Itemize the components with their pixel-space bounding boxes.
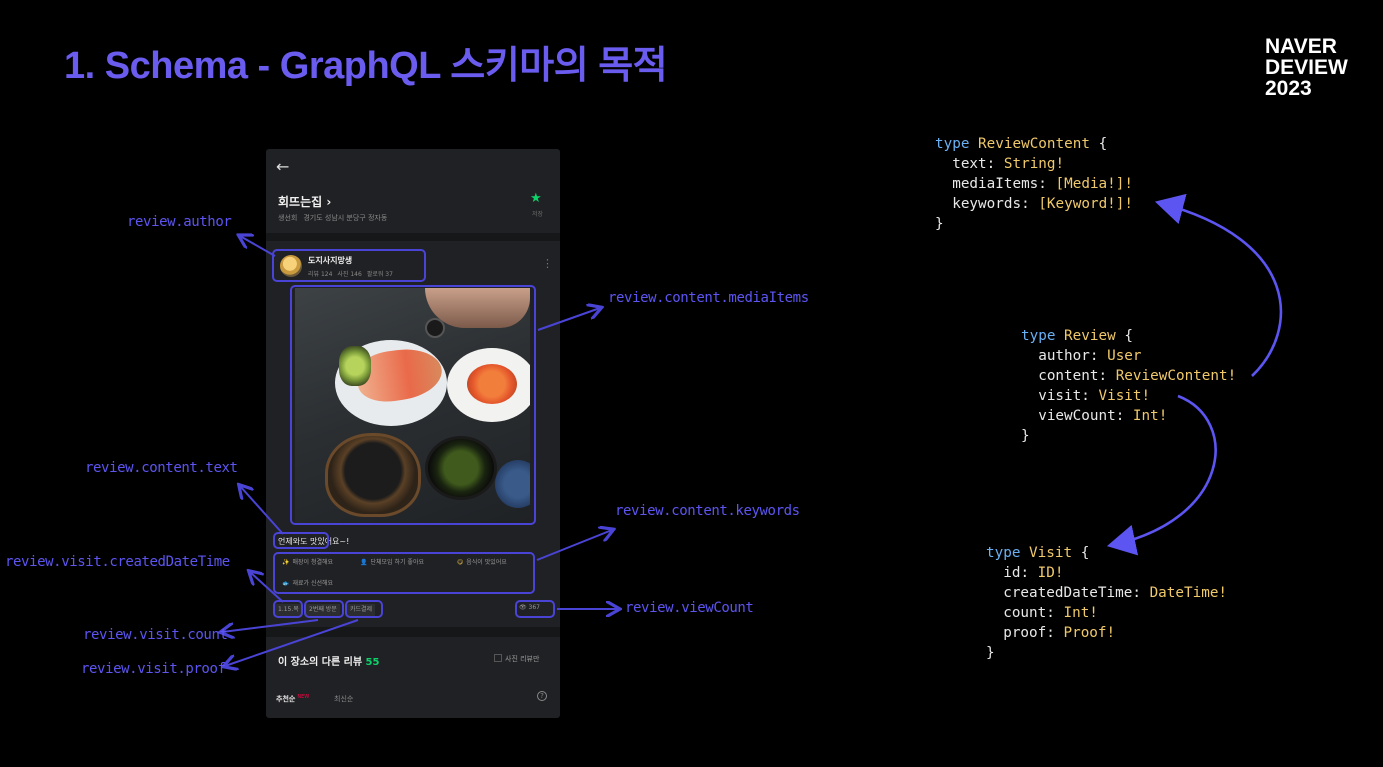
- date-arrow: [250, 572, 284, 603]
- schema-review: type Review { author: User content: Revi…: [1021, 328, 1237, 444]
- annotation-keywords: review.content.keywords: [615, 503, 800, 519]
- schema-review-content: type ReviewContent { text: String! media…: [935, 136, 1133, 232]
- annotation-author: review.author: [127, 214, 232, 230]
- annotation-visit-proof: review.visit.proof: [81, 661, 226, 677]
- annotation-media-items: review.content.mediaItems: [608, 290, 809, 306]
- author-arrow: [240, 236, 276, 257]
- annotation-content-text: review.content.text: [85, 460, 238, 476]
- schema-visit: type Visit { id: ID! createdDateTime: Da…: [986, 545, 1228, 661]
- proof-arrow: [225, 619, 359, 666]
- annotation-view-count: review.viewCount: [625, 600, 754, 616]
- text-arrow: [240, 486, 284, 535]
- media-arrow: [537, 308, 600, 331]
- annotation-visit-count: review.visit.count: [83, 627, 228, 643]
- keywords-arrow: [536, 530, 612, 561]
- annotation-created-date-time: review.visit.createdDateTime: [5, 554, 230, 570]
- count-arrow: [222, 619, 319, 632]
